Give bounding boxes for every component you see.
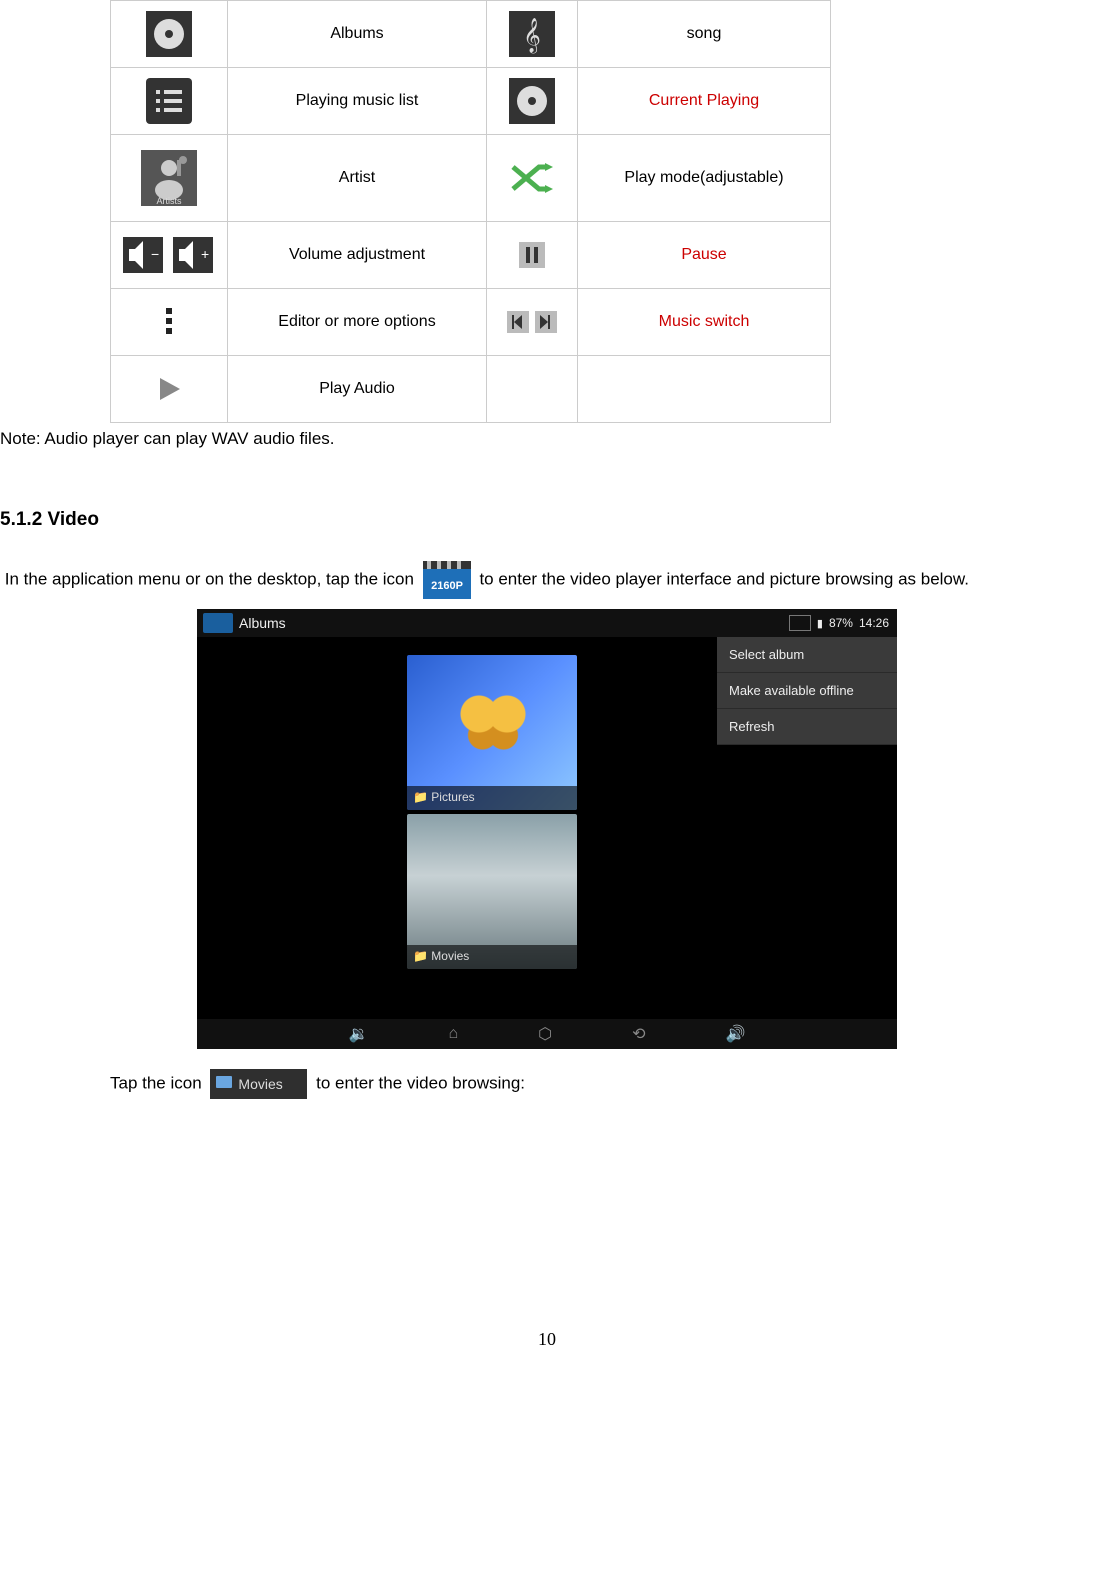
para1-b: to enter the video player interface and … [479,569,969,588]
page-number: 10 [0,1329,1094,1350]
row0-icon-right: 𝄞 [487,1,578,68]
row1-label-right: Current Playing [578,68,831,135]
row0-icon-left [111,1,228,68]
row4-label-right: Music switch [578,289,831,356]
note-text: Note: Audio player can play WAV audio fi… [0,429,1094,449]
video-intro-paragraph: In the application menu or on the deskto… [0,561,1094,599]
row5-label-right [578,356,831,423]
pictures-folder-thumb[interactable]: 📁 Pictures [407,655,577,810]
tap-b: to enter the video browsing: [316,1073,525,1092]
svg-text:2160P: 2160P [431,580,463,592]
tap-instruction: Tap the icon Movies to enter the video b… [110,1069,1094,1099]
row1-icon-right [487,68,578,135]
vol-up-icon[interactable]: 🔊 [726,1024,746,1044]
home-icon[interactable]: ⬡ [538,1024,552,1044]
screenshot-topbar: Albums ▮ 87% 14:26 [197,609,897,637]
row5-icon-right [487,356,578,423]
row3-label-left: Volume adjustment [228,222,487,289]
row3-label-right: Pause [578,222,831,289]
battery-pct: 87% [829,616,853,630]
row2-label-left: Artist [228,135,487,222]
tap-a: Tap the icon [110,1073,202,1092]
row3-icon-left: −+ [111,222,228,289]
row4-icon-right [487,289,578,356]
svg-text:+: + [201,246,209,262]
albums-screenshot: Albums ▮ 87% 14:26 📁 Pictures 📁 Movies S… [197,609,897,1049]
row0-label-left: Albums [228,1,487,68]
row2-label-right: Play mode(adjustable) [578,135,831,222]
row4-icon-left [111,289,228,356]
section-heading: 5.1.2 Video [0,509,1094,531]
menu-make-offline[interactable]: Make available offline [717,673,897,709]
gallery-app-icon [203,613,233,633]
movies-folder-icon: Movies [210,1069,307,1099]
row4-label-left: Editor or more options [228,289,487,356]
svg-text:−: − [151,246,159,262]
clock-time: 14:26 [859,616,889,630]
screenshot-title: Albums [239,615,286,631]
vol-down-icon[interactable]: 🔉 [349,1024,369,1044]
context-menu: Select album Make available offline Refr… [717,637,897,745]
row1-icon-left [111,68,228,135]
row1-label-left: Playing music list [228,68,487,135]
recent-icon[interactable]: ⟲ [632,1024,645,1044]
row3-icon-right [487,222,578,289]
row2-icon-left: Artists [111,135,228,222]
row5-label-left: Play Audio [228,356,487,423]
icon-legend-table: Albums 𝄞 song Playing music list Current Pla… [110,0,831,423]
folder1-label: Pictures [431,790,474,804]
menu-refresh[interactable]: Refresh [717,709,897,745]
movies-folder-thumb[interactable]: 📁 Movies [407,814,577,969]
video-app-icon: 2160P [423,561,471,599]
svg-text:𝄞: 𝄞 [523,18,541,54]
row5-icon-left [111,356,228,423]
row2-icon-right [487,135,578,222]
android-navbar: 🔉 ⌂ ⬡ ⟲ 🔊 [197,1019,897,1049]
svg-text:Artists: Artists [156,196,182,206]
row0-label-right: song [578,1,831,68]
camera-icon [789,615,811,631]
back-icon[interactable]: ⌂ [448,1025,458,1043]
para1-a: In the application menu or on the deskto… [5,569,414,588]
menu-select-album[interactable]: Select album [717,637,897,673]
folder2-label: Movies [431,949,469,963]
